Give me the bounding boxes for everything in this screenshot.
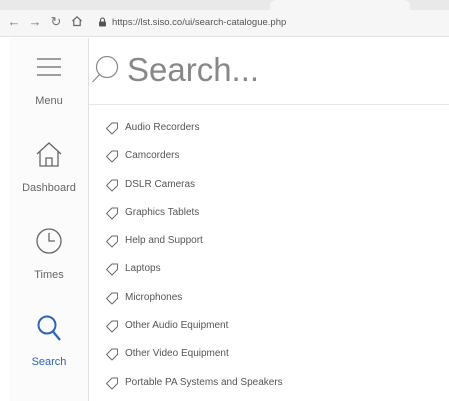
list-item[interactable]: Help and Support [89,227,449,255]
arrow-left-icon[interactable]: ← [7,15,21,29]
category-label: Laptops [125,263,161,275]
list-item[interactable]: Other Audio Equipment [89,312,449,340]
category-label: DSLR Cameras [125,178,196,190]
sidebar-item-menu[interactable]: Menu [10,42,88,122]
category-label: Help and Support [125,235,203,247]
house-icon [36,142,62,167]
tag-icon [106,377,118,390]
address-bar[interactable]: https://lst.siso.co/ui/search-catalogue.… [98,15,428,31]
tag-icon [106,292,118,305]
search-icon [92,55,119,83]
magnifier-icon [37,315,61,341]
home-icon[interactable] [70,15,84,29]
sidebar-item-label: Dashboard [22,182,76,194]
sidebar-item-label: Menu [35,95,63,107]
tab-strip [0,0,449,10]
search-header [89,38,449,105]
sidebar-item-label: Times [34,269,64,281]
tag-icon [106,320,118,333]
list-item[interactable]: Camcorders [89,142,449,170]
list-item[interactable]: Other Video Equipment [89,340,449,368]
category-label: Audio Recorders [125,122,200,133]
url-text: https://lst.siso.co/ui/search-catalogue.… [112,17,287,28]
tag-icon [106,179,118,192]
sidebar-item-times[interactable]: Times [10,216,88,296]
category-list: Audio Recorders Camcorders DSLR Cameras Gra… [89,114,449,397]
category-label: Other Video Equipment [125,348,229,360]
category-label: Portable PA Systems and Speakers [125,376,283,388]
category-label: Camcorders [125,150,180,162]
list-item[interactable]: Audio Recorders [89,114,449,142]
sidebar-item-dashboard[interactable]: Dashboard [10,129,88,209]
clock-icon [36,228,62,254]
browser-toolbar: ← → ↻ https://lst.siso.co/ui/search-cata… [0,0,449,37]
lock-icon [99,17,106,27]
hamburger-icon [37,58,61,76]
main-content: Audio Recorders Camcorders DSLR Cameras Gra… [89,38,449,401]
sidebar: Menu Dashboard Times Search [10,38,89,401]
category-label: Other Audio Equipment [125,320,229,332]
browser-tab[interactable] [270,0,410,10]
category-label: Microphones [125,291,183,303]
list-item[interactable]: DSLR Cameras [89,171,449,199]
sidebar-item-label: Search [31,356,67,368]
list-item[interactable]: Laptops [89,255,449,283]
sidebar-item-search[interactable]: Search [10,303,88,383]
category-label: Graphics Tablets [125,206,200,218]
tag-icon [106,235,118,248]
arrow-right-icon[interactable]: → [28,15,42,29]
tag-icon [106,150,118,163]
tag-icon [106,207,118,220]
list-item[interactable]: Graphics Tablets [89,199,449,227]
list-item[interactable]: Microphones [89,284,449,312]
tag-icon [106,264,118,276]
tag-icon [106,122,118,135]
list-item[interactable]: Portable PA Systems and Speakers [89,369,449,397]
reload-icon[interactable]: ↻ [49,15,63,29]
tag-icon [106,348,118,361]
search-input[interactable] [127,50,427,90]
